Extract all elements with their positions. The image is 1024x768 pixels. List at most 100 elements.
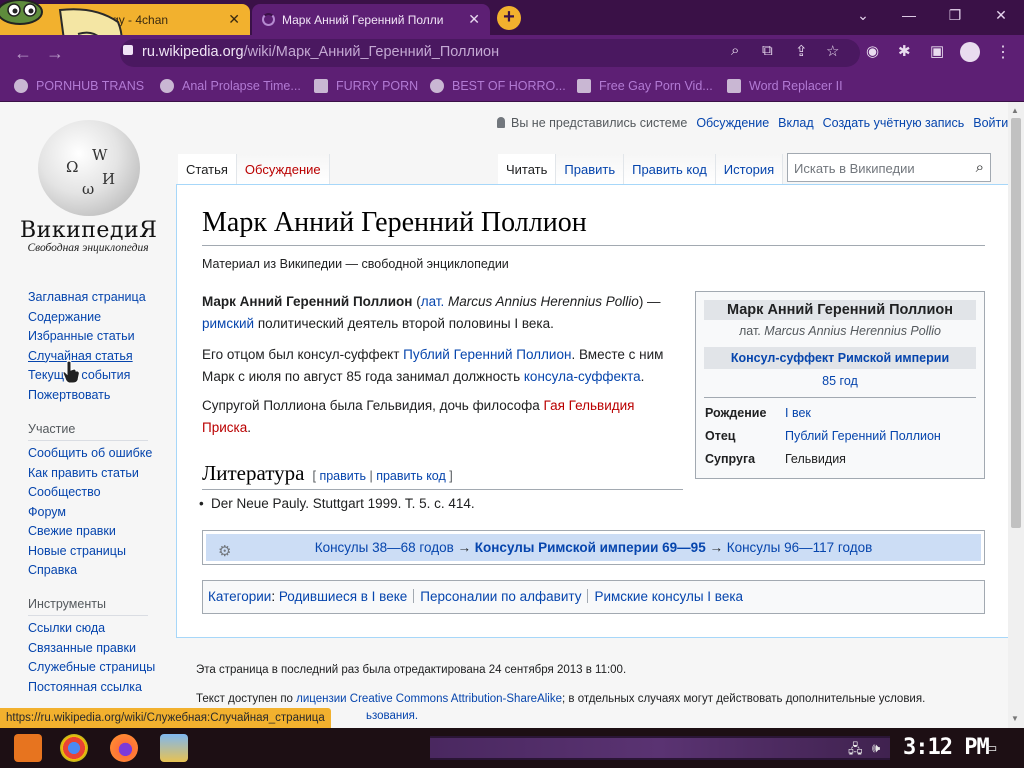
create-account-link[interactable]: Создать учётную запись <box>823 116 965 130</box>
volume-icon[interactable]: 🕪 <box>872 740 880 756</box>
close-tab-icon[interactable]: ✕ <box>468 11 480 28</box>
globe-glyph: И <box>102 170 116 188</box>
navbox-current-link[interactable]: Консулы Римской империи 69—95 <box>475 540 706 555</box>
sidebar-item-new-pages[interactable]: Новые страницы <box>28 542 152 562</box>
scrollbar-thumb[interactable] <box>1011 118 1021 528</box>
infobox-office-link[interactable]: Консул-суффект Римской империи <box>704 347 976 369</box>
father-link[interactable]: Публий Геренний Поллион <box>403 347 571 362</box>
tab-read[interactable]: Читать <box>498 154 557 184</box>
login-link[interactable]: Войти <box>973 116 1008 130</box>
new-tab-button[interactable]: + <box>497 6 521 30</box>
search-input[interactable]: Искать в Википедии ⌕ <box>787 153 991 182</box>
gear-icon[interactable]: ⚙ <box>218 538 231 565</box>
user-talk-link[interactable]: Обсуждение <box>696 116 769 130</box>
scroll-down-icon[interactable]: ▼ <box>1011 714 1019 723</box>
divider <box>28 440 148 441</box>
notifications-icon[interactable]: ▭ <box>985 740 997 756</box>
puzzle-extensions-icon[interactable]: ✱ <box>898 42 911 60</box>
sidebar-item-contents[interactable]: Содержание <box>28 308 146 328</box>
infobox-year-link[interactable]: 85 год <box>704 374 976 388</box>
lock-icon[interactable] <box>123 45 133 55</box>
lambda-icon <box>314 79 328 93</box>
wikipedia-wordmark[interactable]: ВикипедиЯ <box>20 218 157 243</box>
bookmark-item[interactable]: Word Replacer II <box>727 79 843 93</box>
sidebar-item-how-to-edit[interactable]: Как править статьи <box>28 464 152 484</box>
chrome-taskbar-icon[interactable] <box>60 734 88 762</box>
side-panel-icon[interactable]: ▣ <box>930 42 944 60</box>
sidebar-item-help[interactable]: Справка <box>28 561 152 581</box>
globe-icon <box>14 79 28 93</box>
chevron-down-icon[interactable]: ⌄ <box>840 0 886 32</box>
bookmark-item[interactable]: BEST OF HORRO... <box>430 79 566 93</box>
navbox-prev-link[interactable]: Консулы 38—68 годов <box>315 540 454 555</box>
translate-icon[interactable]: ⧉ <box>762 42 773 59</box>
sidebar-item-recent-changes[interactable]: Свежие правки <box>28 522 152 542</box>
search-icon[interactable]: ⌕ <box>976 159 984 176</box>
sidebar-item-donate[interactable]: Пожертвовать <box>28 386 146 406</box>
user-contributions-link[interactable]: Вклад <box>778 116 814 130</box>
arrow-right-icon: → <box>709 540 723 555</box>
roman-link[interactable]: римский <box>202 316 254 331</box>
bookmark-item[interactable]: Anal Prolapse Time... <box>160 79 301 93</box>
bookmark-item[interactable]: Free Gay Porn Vid... <box>577 79 713 93</box>
firefox-taskbar-icon[interactable] <box>110 734 138 762</box>
edit-source-section-link[interactable]: править код <box>376 469 446 483</box>
latin-link[interactable]: лат. <box>421 294 445 309</box>
tab-article[interactable]: Статья <box>178 154 237 184</box>
bookmark-item[interactable]: FURRY PORN <box>314 79 418 93</box>
restore-icon[interactable]: ❐ <box>932 0 978 32</box>
sidebar-item-current-events[interactable]: Текущие события <box>28 366 146 386</box>
paragraph-father: Его отцом был консул-суффект Публий Гере… <box>202 344 687 388</box>
edit-section-link[interactable]: править <box>319 469 366 483</box>
tab-edit-source[interactable]: Править код <box>624 154 716 184</box>
divider <box>28 615 148 616</box>
sidebar-item-related-changes[interactable]: Связанные правки <box>28 639 155 659</box>
close-tab-icon[interactable]: ✕ <box>228 11 240 28</box>
sidebar-item-main-page[interactable]: Заглавная страница <box>28 288 146 308</box>
close-window-icon[interactable]: ✕ <box>978 0 1024 32</box>
sidebar-item-forum[interactable]: Форум <box>28 503 152 523</box>
taskbar-clock[interactable]: 3:12 PM <box>903 735 990 760</box>
sidebar-item-featured[interactable]: Избранные статьи <box>28 327 146 347</box>
divider <box>587 589 589 603</box>
consul-suffect-link[interactable]: консула-суффекта <box>524 369 641 384</box>
terms-link[interactable]: ьзования. <box>366 710 418 722</box>
minimize-icon[interactable]: — <box>886 0 932 32</box>
sidebar-item-random[interactable]: Случайная статья <box>28 347 146 367</box>
menu-kebab-icon[interactable]: ⋮ <box>995 42 1011 62</box>
sidebar-item-report-error[interactable]: Сообщить об ошибке <box>28 444 152 464</box>
category-link[interactable]: Родившиеся в I веке <box>279 589 407 604</box>
forward-arrow-icon[interactable]: → <box>46 43 64 64</box>
globe-glyph: ω <box>82 180 95 198</box>
category-link[interactable]: Римские консулы I века <box>594 589 743 604</box>
category-link[interactable]: Персоналии по алфавиту <box>420 589 581 604</box>
sidebar-item-permanent-link[interactable]: Постоянная ссылка <box>28 678 155 698</box>
category-links: Категории: Родившиеся в I веке Персоналии… <box>202 580 985 614</box>
navbox-next-link[interactable]: Консулы 96—117 годов <box>727 540 873 555</box>
url-text[interactable]: ru.wikipedia.org/wiki/Марк_Анний_Геренни… <box>142 44 499 60</box>
profile-avatar[interactable] <box>960 42 980 62</box>
sidebar-item-community[interactable]: Сообщество <box>28 483 152 503</box>
search-icon[interactable]: ⌕ <box>731 42 739 59</box>
sidebar-item-what-links-here[interactable]: Ссылки сюда <box>28 619 155 639</box>
tab-talk[interactable]: Обсуждение <box>236 154 330 184</box>
infobox-value-birth[interactable]: I век <box>785 406 811 420</box>
start-menu-icon[interactable] <box>14 734 42 762</box>
share-icon[interactable]: ⇪ <box>795 42 808 60</box>
back-arrow-icon[interactable]: ← <box>14 43 32 64</box>
bookmark-star-icon[interactable]: ☆ <box>826 42 839 60</box>
tab-edit[interactable]: Править <box>556 154 625 184</box>
bookmark-item[interactable]: PORNHUB TRANS <box>14 79 144 93</box>
browser-tab-wikipedia[interactable]: Марк Анний Геренний Полли ✕ <box>252 4 490 35</box>
network-icon[interactable]: 🖧 <box>848 740 863 762</box>
license-link[interactable]: лицензии Creative Commons Attribution-Sh… <box>296 693 562 705</box>
categories-label-link[interactable]: Категории <box>208 589 271 604</box>
wikipedia-globe-logo[interactable]: Ω W И ω <box>38 120 140 216</box>
file-explorer-taskbar-icon[interactable] <box>160 734 188 762</box>
tab-history[interactable]: История <box>715 154 784 184</box>
scroll-up-icon[interactable]: ▲ <box>1011 106 1019 115</box>
sidebar-item-special-pages[interactable]: Служебные страницы <box>28 658 155 678</box>
footer-terms: ьзования. <box>366 710 418 722</box>
infobox-value-father[interactable]: Публий Геренний Поллион <box>785 429 941 443</box>
extension-avatar-icon[interactable]: ◉ <box>866 42 879 60</box>
